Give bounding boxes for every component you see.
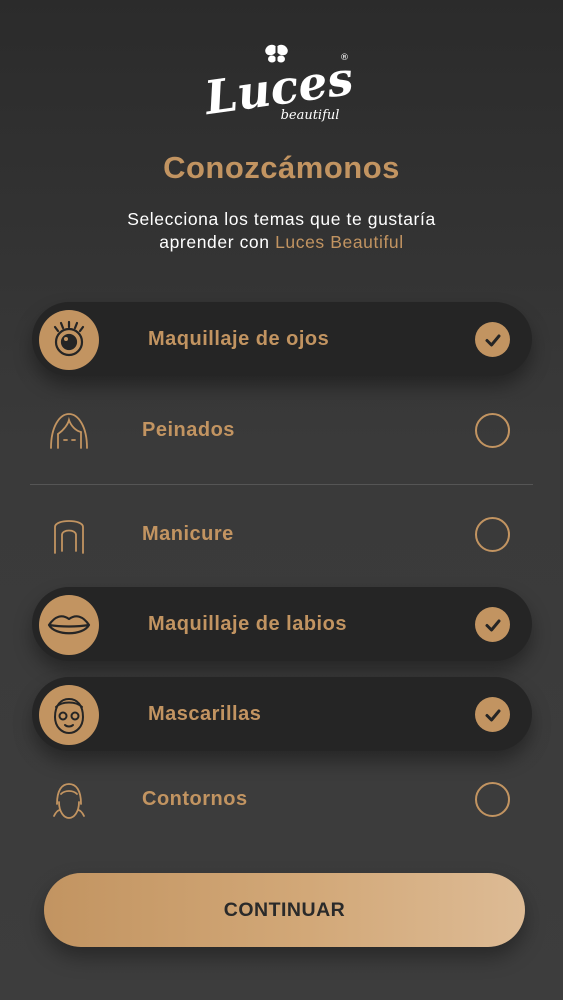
topic-label: Mascarillas xyxy=(148,703,262,725)
topic-maquillaje-de-ojos[interactable]: Maquillaje de ojos xyxy=(32,302,532,376)
luces-beautiful-logo: Luces beautiful ® xyxy=(199,44,356,125)
topic-label: Manicure xyxy=(142,523,234,545)
page-subtitle: Selecciona los temas que te gustaría apr… xyxy=(0,208,563,254)
unchecked-circle-icon[interactable] xyxy=(475,517,510,552)
subtitle-brand: Luces Beautiful xyxy=(275,232,404,252)
lips-icon xyxy=(39,595,99,655)
logo-subtext: beautiful xyxy=(281,108,340,123)
hair-icon xyxy=(39,401,99,461)
page-title: Conozcámonos xyxy=(163,150,400,185)
checkmark-icon[interactable] xyxy=(475,322,510,357)
topic-label: Maquillaje de ojos xyxy=(148,328,330,350)
topic-label: Contornos xyxy=(142,788,248,810)
subtitle-line-2-prefix: aprender con xyxy=(159,232,276,252)
checkmark-icon[interactable] xyxy=(475,607,510,642)
unchecked-circle-icon[interactable] xyxy=(475,413,510,448)
unchecked-circle-icon[interactable] xyxy=(475,782,510,817)
face-mask-icon xyxy=(39,685,99,745)
topic-label: Maquillaje de labios xyxy=(148,613,347,635)
contour-face-icon xyxy=(39,770,99,830)
topic-peinados[interactable]: Peinados xyxy=(32,393,532,467)
subtitle-line-1: Selecciona los temas que te gustaría xyxy=(127,209,436,229)
eye-icon xyxy=(39,310,99,370)
section-divider xyxy=(30,484,533,485)
registered-mark: ® xyxy=(340,53,349,63)
topic-maquillaje-de-labios[interactable]: Maquillaje de labios xyxy=(32,587,532,661)
nail-icon xyxy=(39,505,99,565)
topic-contornos[interactable]: Contornos xyxy=(32,762,532,836)
topic-manicure[interactable]: Manicure xyxy=(32,497,532,571)
topic-label: Peinados xyxy=(142,419,235,441)
continue-button[interactable]: CONTINUAR xyxy=(44,873,525,947)
checkmark-icon[interactable] xyxy=(475,697,510,732)
topic-mascarillas[interactable]: Mascarillas xyxy=(32,677,532,751)
